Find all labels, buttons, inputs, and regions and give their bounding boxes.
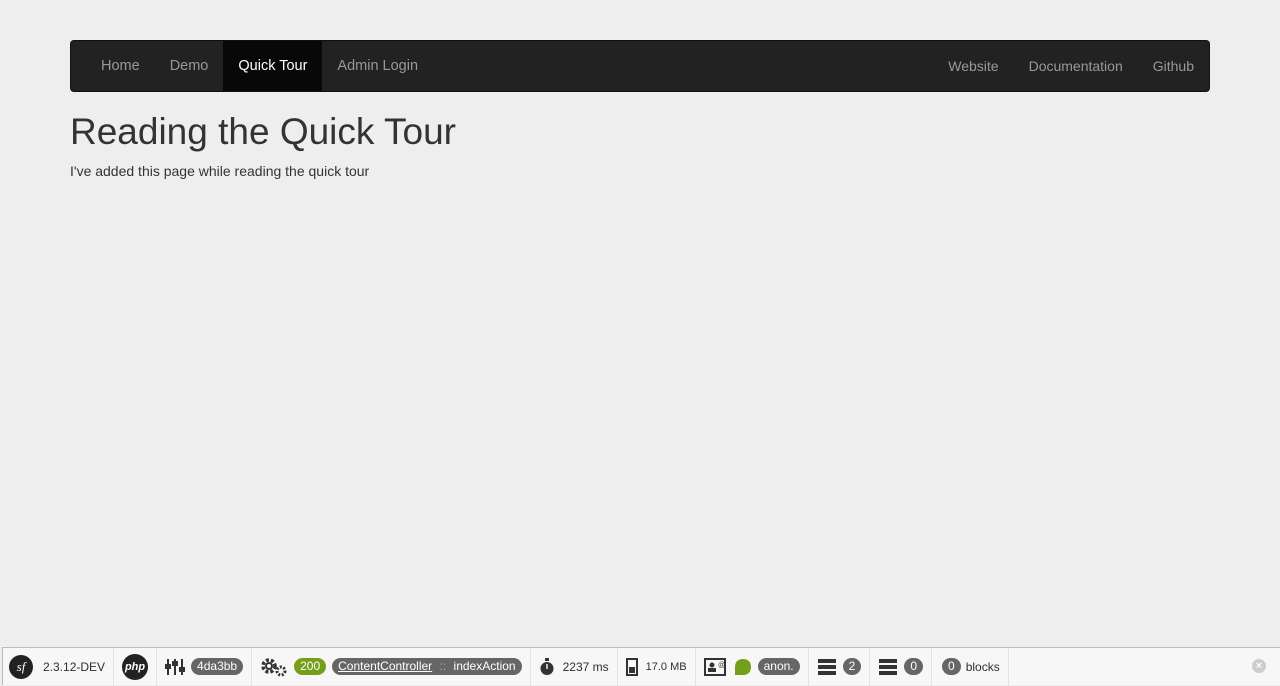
user-card-icon: @ (703, 657, 726, 676)
action-name: indexAction (453, 659, 516, 673)
symfony-version: 2.3.12-DEV (43, 659, 106, 674)
request-time: 2237 ms (562, 659, 609, 674)
user-badge: anon. (757, 658, 800, 675)
stopwatch-icon (539, 657, 555, 676)
nav-item-quick-tour[interactable]: Quick Tour (223, 41, 323, 91)
symfony-logo-icon: sf (9, 654, 33, 679)
toolbar-db-block[interactable]: 2 (809, 647, 871, 686)
blocks-label: blocks (965, 659, 1000, 674)
toolbar-db-block-2[interactable]: 0 (870, 647, 932, 686)
nav-item-demo[interactable]: Demo (155, 41, 224, 91)
blocks-count-badge: 0 (942, 658, 961, 675)
toolbar-time-block[interactable]: 2237 ms (531, 647, 618, 686)
main-navbar: Home Demo Quick Tour Admin Login Website… (70, 40, 1210, 92)
toolbar-symfony-block[interactable]: sf 2.3.12-DEV (3, 647, 115, 686)
sliders-icon (165, 658, 186, 676)
memory-usage: 17.0 MB (645, 660, 687, 673)
auth-status-icon (734, 658, 752, 676)
nav-item-admin-login[interactable]: Admin Login (322, 41, 433, 91)
php-logo-icon: php (122, 653, 149, 680)
page-text: I've added this page while reading the q… (70, 163, 370, 179)
database-icon (817, 658, 837, 676)
toolbar-config-block[interactable]: 4da3bb (157, 647, 253, 686)
toolbar-memory-block[interactable]: 17.0 MB (618, 647, 696, 686)
nav-item-github[interactable]: Github (1138, 41, 1209, 91)
nav-item-home[interactable]: Home (86, 41, 155, 91)
toolbar-php-block[interactable]: php (114, 647, 158, 686)
controller-name: ContentController (338, 659, 433, 673)
controller-badge: ContentController :: indexAction (332, 658, 522, 675)
nav-right-group: Website Documentation Github (933, 41, 1209, 91)
nav-item-website[interactable]: Website (933, 41, 1013, 91)
toolbar-security-block[interactable]: @ anon. (696, 647, 809, 686)
nav-item-documentation[interactable]: Documentation (1014, 41, 1138, 91)
db-queries-badge: 2 (842, 658, 862, 675)
queries-badge: 0 (904, 658, 923, 675)
toolbar-blocks-block[interactable]: 0 blocks (932, 647, 1009, 686)
nav-left-group: Home Demo Quick Tour Admin Login (86, 41, 433, 91)
status-code-badge: 200 (294, 658, 327, 675)
memory-icon (625, 657, 638, 676)
controller-separator: :: (439, 659, 447, 673)
database-icon (878, 658, 898, 676)
gears-icon (260, 657, 288, 677)
close-icon[interactable]: × (1252, 659, 1266, 673)
svg-text:@: @ (718, 662, 725, 669)
token-badge: 4da3bb (191, 658, 244, 675)
debug-toolbar: sf 2.3.12-DEV php 4da3bb 200 ContentCont… (2, 647, 1280, 686)
page-title: Reading the Quick Tour (70, 111, 456, 152)
toolbar-request-block[interactable]: 200 ContentController :: indexAction (252, 647, 531, 686)
